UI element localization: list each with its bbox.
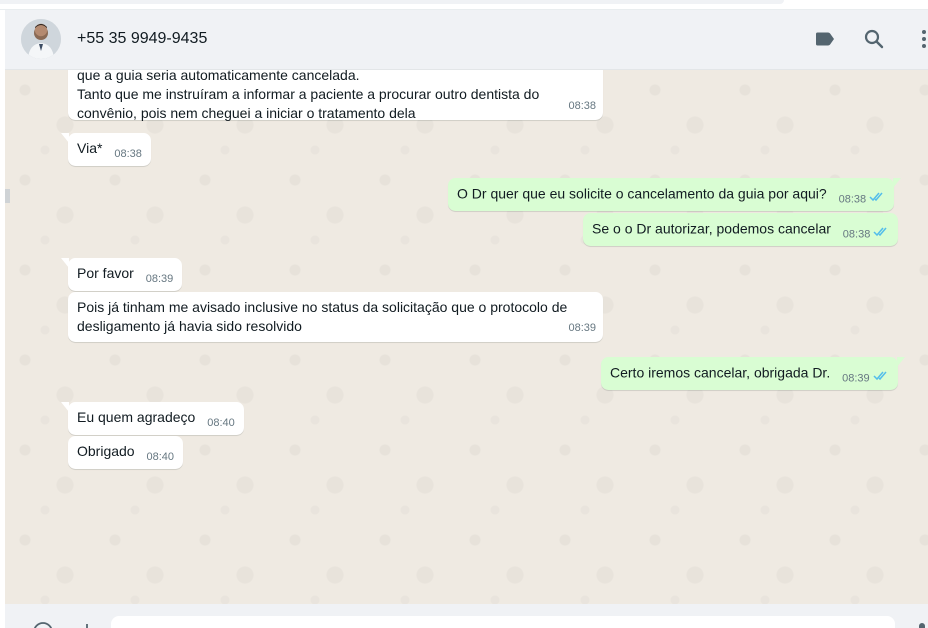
- double-check-icon: [873, 369, 889, 388]
- message-text: Obrigado: [77, 443, 135, 459]
- message-list[interactable]: que a guia seria automaticamente cancela…: [5, 70, 928, 604]
- message-text: O Dr quer que eu solicite o cancelamento…: [457, 185, 827, 202]
- message-meta: 08:39: [842, 369, 889, 388]
- contact-name[interactable]: +55 35 9949-9435: [77, 30, 207, 48]
- message-meta: 08:38: [839, 190, 886, 209]
- browser-top-strip: [0, 0, 928, 10]
- message-input[interactable]: [111, 616, 895, 628]
- message-outgoing[interactable]: Certo iremos cancelar, obrigada Dr. 08:3…: [601, 357, 905, 391]
- attach-icon[interactable]: [75, 620, 99, 628]
- message-incoming[interactable]: Por favor 08:39: [60, 258, 183, 291]
- message-text: Se o o Dr autorizar, podemos cancelar: [592, 220, 831, 237]
- message-text: Certo iremos cancelar, obrigada Dr.: [610, 364, 831, 381]
- search-icon[interactable]: [862, 27, 886, 51]
- message-time: 08:39: [145, 273, 174, 285]
- message-time: 08:38: [568, 100, 596, 112]
- message-text: Via*: [77, 140, 103, 156]
- mic-icon[interactable]: [910, 620, 928, 628]
- message-incoming[interactable]: Pois já tinham me avisado inclusive no s…: [68, 292, 603, 342]
- message-text: que a guia seria automaticamente cancela…: [77, 70, 540, 121]
- message-text: Por favor: [77, 265, 134, 281]
- top-scroll-bar: [0, 0, 784, 4]
- message-incoming[interactable]: Obrigado 08:40: [68, 436, 184, 469]
- message-time: 08:38: [842, 228, 871, 241]
- message-outgoing[interactable]: Se o o Dr autorizar, podemos cancelar 08…: [583, 213, 899, 247]
- message-time: 08:39: [568, 322, 596, 334]
- message-outgoing[interactable]: O Dr quer que eu solicite o cancelamento…: [448, 178, 902, 212]
- message-incoming[interactable]: que a guia seria automaticamente cancela…: [68, 70, 603, 121]
- label-icon[interactable]: [813, 27, 837, 51]
- double-check-icon: [869, 190, 885, 209]
- whatsapp-window: +55 35 9949-9435 que a guia seria automa…: [0, 0, 928, 628]
- emoji-icon[interactable]: [31, 620, 55, 628]
- double-check-icon: [873, 225, 889, 244]
- message-time: 08:39: [842, 372, 870, 385]
- message-text: Pois já tinham me avisado inclusive no s…: [77, 299, 568, 334]
- message-meta: 08:38: [843, 225, 890, 244]
- chat-header: +55 35 9949-9435: [5, 10, 928, 70]
- message-time: 08:38: [114, 148, 142, 160]
- message-time: 08:40: [146, 451, 175, 463]
- scroll-indicator: [5, 189, 10, 203]
- message-text: Eu quem agradeço: [77, 409, 196, 425]
- message-incoming[interactable]: Eu quem agradeço 08:40: [61, 402, 244, 435]
- menu-icon[interactable]: [912, 27, 928, 51]
- message-incoming[interactable]: Via* 08:38: [61, 133, 151, 166]
- message-time: 08:40: [207, 417, 235, 429]
- message-time: 08:38: [838, 193, 867, 206]
- avatar[interactable]: [21, 19, 61, 59]
- compose-bar: [5, 604, 928, 628]
